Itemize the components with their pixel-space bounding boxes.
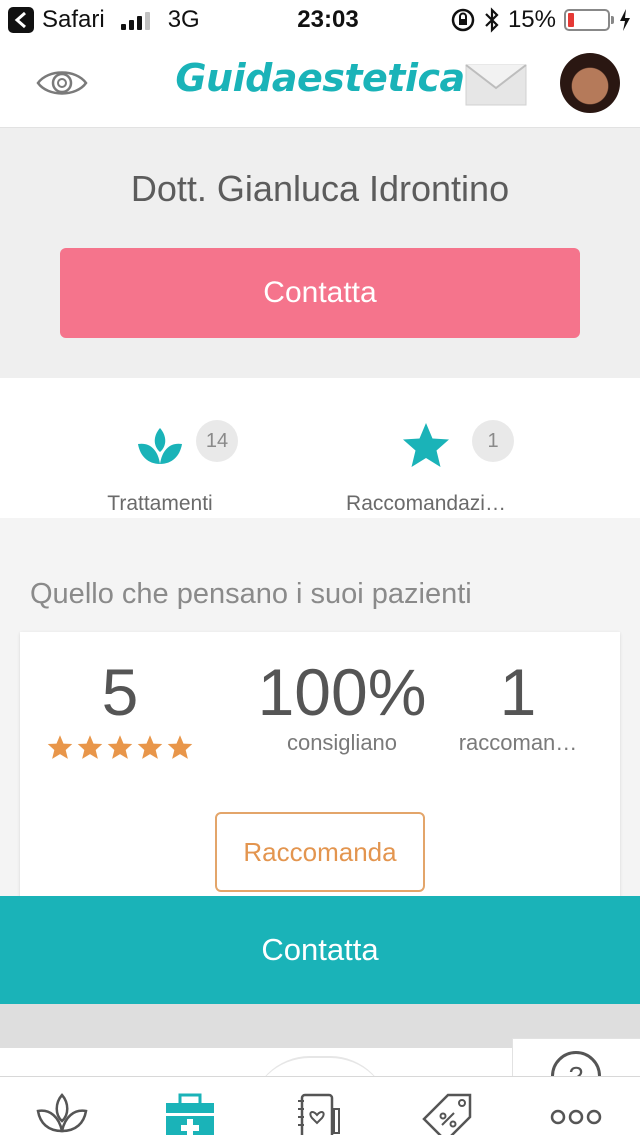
reviews-title: Quello che pensano i suoi pazienti: [30, 578, 472, 610]
rating-star-icon: [77, 735, 103, 759]
recommendations-count-badge: 1: [472, 420, 514, 462]
count-value: 1: [499, 655, 537, 729]
count-label: raccoman…: [458, 730, 578, 755]
recommend-button[interactable]: Raccomanda: [215, 812, 425, 892]
user-avatar[interactable]: [560, 53, 620, 113]
stat-recommendations[interactable]: 1 Raccomandazi…: [306, 400, 546, 515]
journal-heart-icon[interactable]: [288, 1091, 348, 1135]
rating-star-icon: [137, 735, 163, 759]
percent-value: 100%: [257, 655, 427, 729]
treatments-count-badge: 14: [196, 420, 238, 462]
rating-star-icon: [107, 735, 133, 759]
doctor-name: Dott. Gianluca Idrontino: [130, 168, 510, 209]
treatments-label: Trattamenti: [107, 492, 213, 515]
medical-kit-icon[interactable]: [160, 1091, 220, 1135]
percent-metric: 100% consigliano: [242, 654, 442, 756]
battery-icon: [564, 9, 614, 31]
carrier-label: Safari: [42, 6, 105, 33]
contact-button-bottom[interactable]: Contatta: [0, 896, 640, 1004]
rotation-lock-icon: [451, 8, 475, 32]
contact-button-top[interactable]: Contatta: [60, 248, 580, 338]
reviews-card: 5 100% consigliano 1 raccoman… Raccomand…: [20, 632, 620, 912]
stats-row: 14 Trattamenti 1 Raccomandazi…: [0, 378, 640, 518]
tab-bar: [0, 1076, 640, 1135]
recommendations-label: Raccomandazi…: [346, 492, 506, 515]
doctor-header: Dott. Gianluca Idrontino Contatta: [0, 128, 640, 378]
rating-star-icon: [47, 735, 73, 759]
rating-value: 5: [101, 655, 139, 729]
more-dots-icon[interactable]: [546, 1091, 606, 1135]
stat-treatments[interactable]: 14 Trattamenti: [40, 400, 280, 515]
rating-metric: 5: [46, 654, 194, 763]
navbar: Guidaestetica: [0, 40, 640, 128]
status-time: 23:03: [297, 6, 359, 33]
star-icon: [403, 423, 449, 467]
help-tab[interactable]: ?: [512, 1038, 640, 1101]
rating-stars: [46, 732, 194, 763]
status-bar: Safari 3G 23:03 15%: [0, 0, 640, 40]
signal-icon: [120, 10, 150, 30]
bluetooth-icon: [485, 7, 499, 33]
battery-percent: 15%: [507, 6, 556, 33]
reviews-section: Quello che pensano i suoi pazienti 5 100…: [0, 518, 640, 912]
lotus-icon: [138, 428, 182, 464]
rating-star-icon: [167, 735, 193, 759]
mail-icon[interactable]: [465, 64, 527, 106]
network-type: 3G: [167, 6, 200, 33]
percent-label: consigliano: [286, 730, 398, 755]
app-logo-title: Guidaestetica: [175, 56, 465, 100]
price-tag-icon[interactable]: [418, 1091, 478, 1135]
charging-icon: [620, 9, 630, 31]
lotus-outline-icon[interactable]: [32, 1091, 92, 1135]
back-to-app-icon[interactable]: [8, 7, 34, 33]
count-metric: 1 raccoman…: [450, 654, 586, 756]
